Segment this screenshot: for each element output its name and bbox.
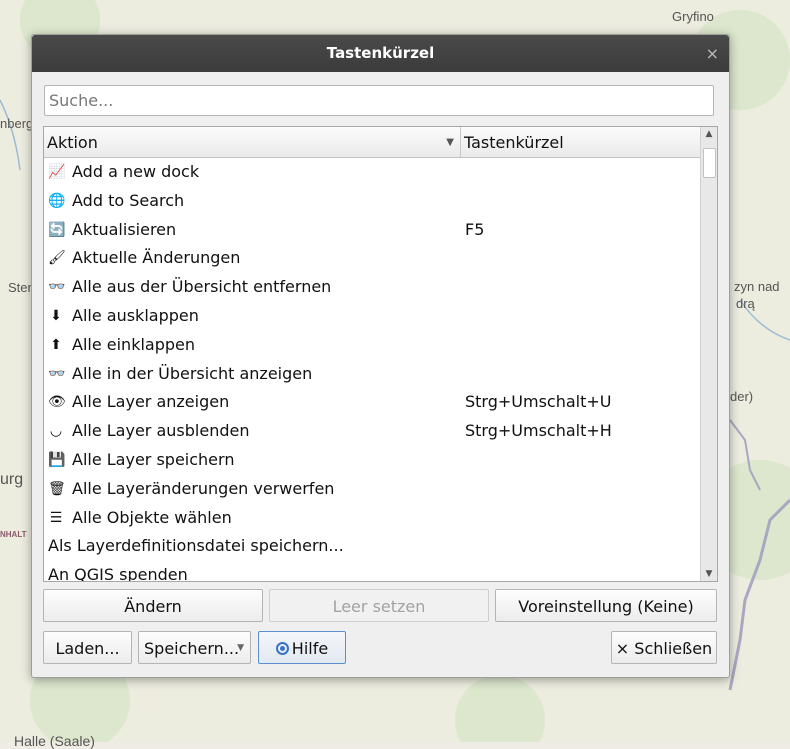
map-label: Gryfino xyxy=(672,9,714,24)
action-label: Alle Layer speichern xyxy=(72,449,235,469)
table-row[interactable]: 🖌 Aktuelle Änderungen xyxy=(44,244,700,273)
close-icon[interactable]: × xyxy=(706,35,719,72)
glasses-icon: 👓 xyxy=(48,365,66,382)
chevron-down-icon: ▼ xyxy=(237,643,244,653)
table-row[interactable]: An QGIS spenden xyxy=(44,561,700,582)
discard-edits-icon: 🗑 xyxy=(48,480,66,497)
table-row[interactable]: ⬇ Alle ausklappen xyxy=(44,302,700,331)
table-row[interactable]: 👁 Alle Layer anzeigen Strg+Umschalt+U xyxy=(44,388,700,417)
help-button-label: Hilfe xyxy=(291,639,329,658)
action-label: Als Layerdefinitionsdatei speichern... xyxy=(48,536,344,556)
table-row[interactable]: 👓 Alle aus der Übersicht entfernen xyxy=(44,273,700,302)
save-layer-icon: 💾 xyxy=(48,451,66,468)
vertical-scrollbar[interactable]: ▲ ▼ xyxy=(700,127,717,581)
map-label: NHALT xyxy=(0,530,27,539)
action-label: Alle aus der Übersicht entfernen xyxy=(72,277,332,297)
default-shortcut-button[interactable]: Voreinstellung (Keine) xyxy=(495,589,717,622)
scrollbar-thumb[interactable] xyxy=(703,148,716,178)
map-label: Halle (Saale) xyxy=(14,733,95,749)
map-label: nberg xyxy=(0,116,34,131)
column-header-action[interactable]: Aktion ▼ xyxy=(44,127,461,157)
shortcut-value: Strg+Umschalt+U xyxy=(465,392,612,412)
brush-icon: 🖌 xyxy=(48,250,66,267)
table-row[interactable]: 📈 Add a new dock xyxy=(44,158,700,187)
column-header-label: Aktion xyxy=(47,133,98,152)
action-label: Alle Layer ausblenden xyxy=(72,421,250,441)
table-row[interactable]: ◡ Alle Layer ausblenden Strg+Umschalt+H xyxy=(44,417,700,446)
eye-icon: 👁 xyxy=(48,394,66,411)
column-header-label: Tastenkürzel xyxy=(464,133,564,152)
glasses-remove-icon: 👓 xyxy=(48,279,66,296)
table-row[interactable]: 🌐 Add to Search xyxy=(44,187,700,216)
action-label: An QGIS spenden xyxy=(48,565,188,582)
action-label: Alle ausklappen xyxy=(72,305,199,325)
sort-arrow-icon: ▼ xyxy=(446,137,454,148)
table-row[interactable]: Als Layerdefinitionsdatei speichern... xyxy=(44,532,700,561)
save-dropdown-button[interactable]: Speichern... ▼ xyxy=(138,631,251,664)
help-button[interactable]: Hilfe xyxy=(258,631,346,664)
map-label: der) xyxy=(730,389,754,404)
help-icon xyxy=(275,642,289,655)
table-row[interactable]: ⬆ Alle einklappen xyxy=(44,331,700,360)
map-label: drą xyxy=(736,296,755,311)
shortcuts-dialog: Tastenkürzel × Aktion ▼ Tastenkürzel 📈 Ad… xyxy=(31,34,730,678)
action-label: Aktuelle Änderungen xyxy=(72,248,241,268)
change-button[interactable]: Ändern xyxy=(43,589,263,622)
eye-closed-icon: ◡ xyxy=(49,423,63,440)
action-label: Alle einklappen xyxy=(72,334,196,354)
shortcut-value: Strg+Umschalt+H xyxy=(465,421,612,441)
shortcut-value: F5 xyxy=(465,219,485,239)
collapse-up-icon: ⬆ xyxy=(50,336,62,353)
close-icon: × xyxy=(615,639,630,658)
map-label: zyn nad xyxy=(734,279,780,294)
table-row[interactable]: 💾 Alle Layer speichern xyxy=(44,446,700,475)
table-header: Aktion ▼ Tastenkürzel xyxy=(44,127,700,158)
table-row[interactable]: 🔄 Aktualisieren F5 xyxy=(44,216,700,245)
action-label: Aktualisieren xyxy=(72,219,177,239)
shortcuts-table: Aktion ▼ Tastenkürzel 📈 Add a new dock 🌐 Ad… xyxy=(43,126,718,582)
action-label: Alle in der Übersicht anzeigen xyxy=(72,363,313,383)
search-input[interactable] xyxy=(44,85,714,116)
action-label: Alle Objekte wählen xyxy=(72,507,232,527)
refresh-icon: 🔄 xyxy=(48,221,66,238)
action-label: Add to Search xyxy=(72,190,185,210)
action-label: Alle Layer anzeigen xyxy=(72,392,230,412)
map-label: urg xyxy=(0,471,24,488)
chart-line-icon: 📈 xyxy=(48,164,66,180)
action-label: Add a new dock xyxy=(72,162,200,181)
close-button-label: Schließen xyxy=(634,639,713,658)
table-body: 📈 Add a new dock 🌐 Add to Search 🔄 Aktualisie… xyxy=(44,158,700,582)
load-button[interactable]: Laden... xyxy=(43,631,132,664)
dialog-title: Tastenkürzel xyxy=(326,44,435,62)
close-button[interactable]: × Schließen xyxy=(611,631,717,664)
globe-search-icon: 🌐 xyxy=(48,192,66,209)
column-header-shortcut[interactable]: Tastenkürzel xyxy=(461,127,700,157)
table-row[interactable]: 👓 Alle in der Übersicht anzeigen xyxy=(44,360,700,389)
save-button-label: Speichern... xyxy=(144,639,240,658)
expand-down-icon: ⬇ xyxy=(50,307,62,324)
select-all-icon: ☰ xyxy=(49,509,63,526)
table-row[interactable]: 🗑 Alle Layeränderungen verwerfen xyxy=(44,475,700,504)
scroll-up-icon[interactable]: ▲ xyxy=(701,127,717,141)
scroll-down-icon[interactable]: ▼ xyxy=(701,567,717,581)
table-row[interactable]: ☰ Alle Objekte wählen xyxy=(44,504,700,533)
action-label: Alle Layeränderungen verwerfen xyxy=(72,478,335,498)
dialog-titlebar: Tastenkürzel × xyxy=(32,35,729,72)
clear-button[interactable]: Leer setzen xyxy=(269,589,489,622)
